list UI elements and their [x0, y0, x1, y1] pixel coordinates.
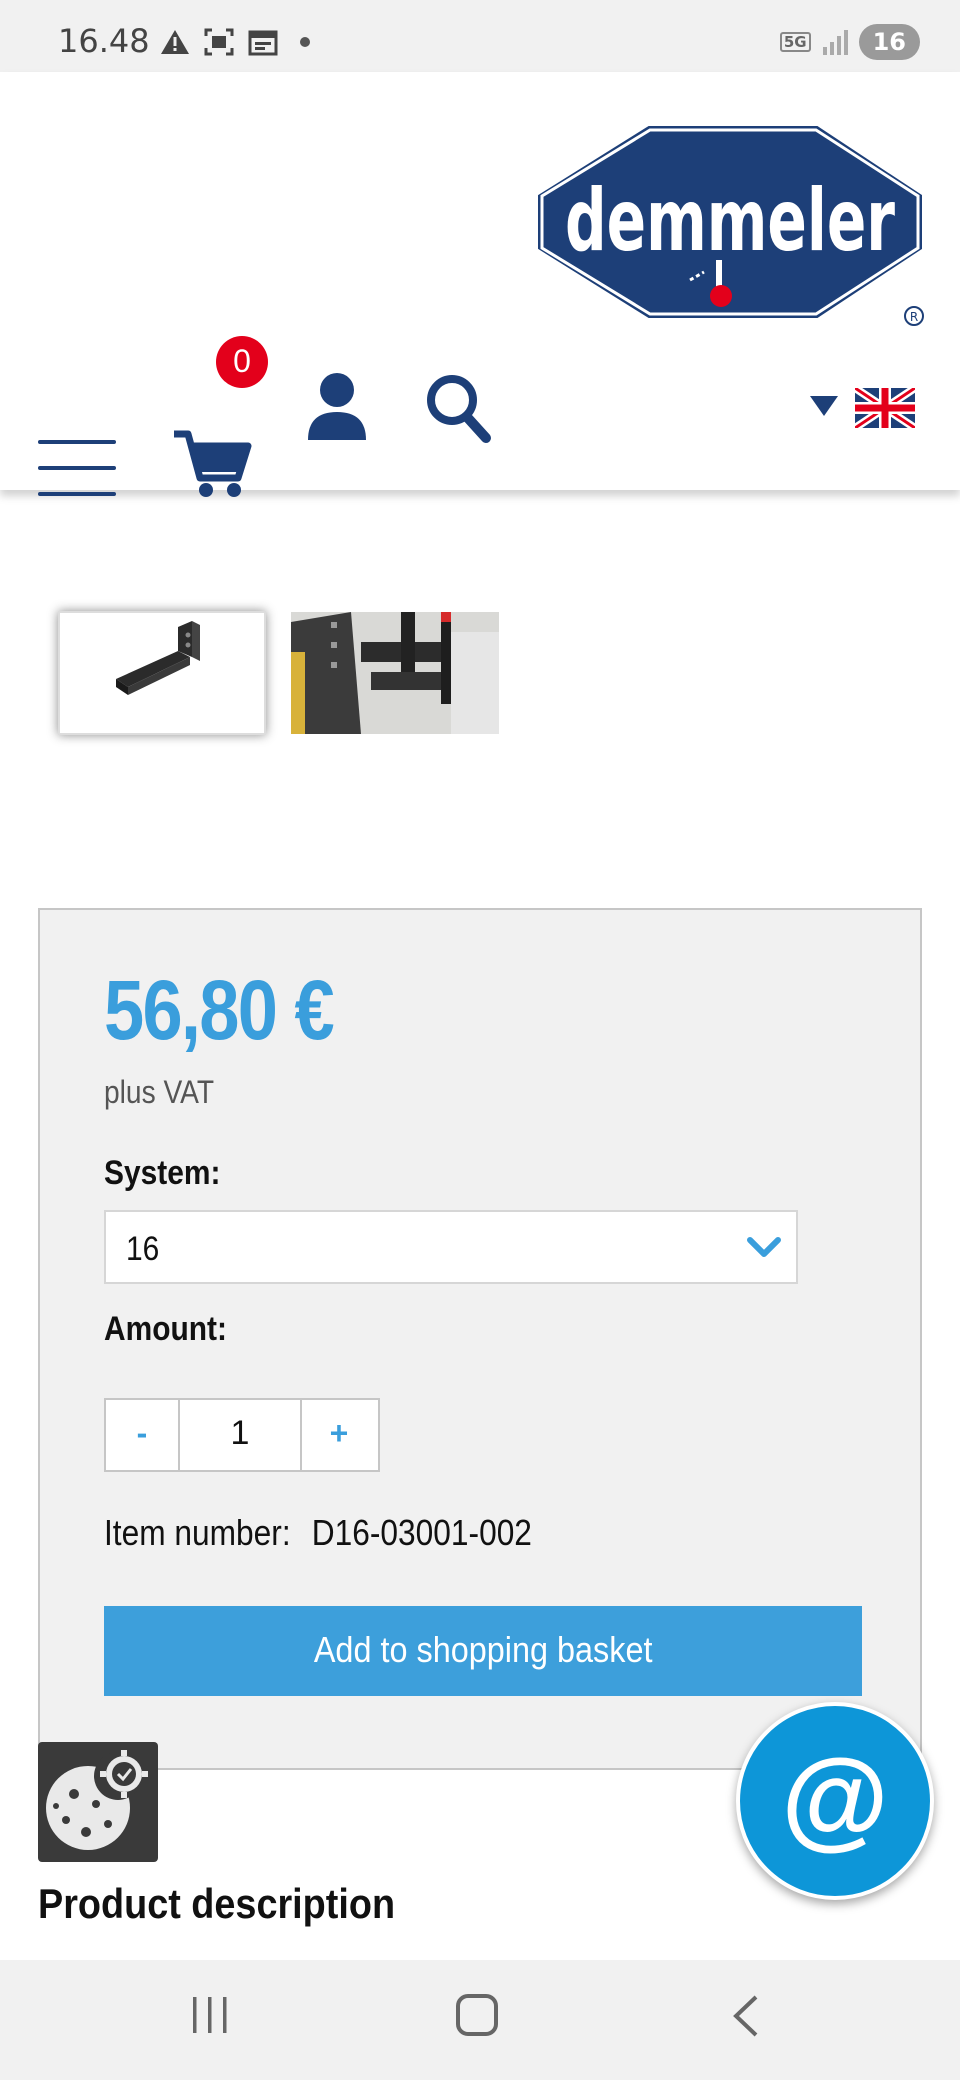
system-select[interactable]: 16	[104, 1210, 798, 1284]
quantity-input[interactable]: 1	[180, 1400, 302, 1470]
product-image	[116, 621, 200, 695]
svg-text:demmeler: demmeler	[565, 171, 895, 271]
contact-button[interactable]: @	[736, 1702, 934, 1900]
item-number-label: Item number:	[104, 1512, 291, 1553]
svg-text:R: R	[910, 310, 918, 324]
account-icon[interactable]	[306, 372, 368, 442]
purchase-panel: 56,80 € plus VAT System: 16 Amount: - 1 …	[38, 908, 922, 1770]
increase-quantity-button[interactable]: +	[302, 1400, 376, 1470]
status-icons	[160, 28, 310, 56]
signal-icon	[822, 30, 848, 55]
recent-apps-icon[interactable]	[190, 1994, 230, 2036]
battery-indicator: 16	[858, 24, 920, 60]
status-bar: 16.48 5G 16	[0, 0, 960, 72]
system-selected-value: 16	[126, 1230, 160, 1268]
product-price: 56,80 €	[104, 963, 335, 1057]
notification-dot-icon	[300, 37, 310, 47]
screenshot-icon	[204, 28, 234, 56]
product-thumbnail-2[interactable]	[291, 612, 499, 734]
amount-label: Amount:	[104, 1310, 227, 1348]
vat-note: plus VAT	[104, 1074, 215, 1110]
product-thumbnail-1[interactable]	[58, 611, 266, 735]
status-right: 5G 16	[779, 24, 920, 60]
product-description-heading: Product description	[38, 1880, 396, 1927]
cart-icon[interactable]	[172, 422, 252, 502]
system-navigation-bar	[0, 1960, 960, 2080]
warning-icon	[161, 30, 189, 54]
dropdown-triangle-icon[interactable]	[810, 396, 838, 416]
search-icon[interactable]	[424, 372, 492, 444]
cookie-icon	[46, 1750, 148, 1850]
quantity-stepper: - 1 +	[104, 1398, 380, 1472]
home-icon[interactable]	[456, 1994, 498, 2036]
item-number-value: D16-03001-002	[311, 1512, 532, 1553]
back-icon[interactable]	[730, 1994, 760, 2038]
cart-count-badge: 0	[216, 336, 268, 388]
add-to-basket-label: Add to shopping basket	[313, 1629, 653, 1670]
uk-flag-icon[interactable]	[855, 388, 915, 428]
status-time: 16.48	[58, 22, 150, 60]
network-type: 5G	[779, 32, 811, 52]
cookie-settings-button[interactable]	[38, 1742, 158, 1862]
site-header: demmeler R 0	[0, 72, 960, 497]
decrease-quantity-button[interactable]: -	[106, 1400, 180, 1470]
product-in-use-image	[291, 612, 499, 734]
calendar-icon	[248, 30, 278, 56]
add-to-basket-button[interactable]: Add to shopping basket	[104, 1606, 862, 1696]
item-number-row: Item number: D16-03001-002	[104, 1512, 532, 1554]
chevron-down-icon	[747, 1237, 781, 1257]
menu-icon[interactable]	[38, 440, 116, 498]
demmeler-logo[interactable]: demmeler R	[528, 120, 928, 332]
system-label: System:	[104, 1154, 221, 1192]
